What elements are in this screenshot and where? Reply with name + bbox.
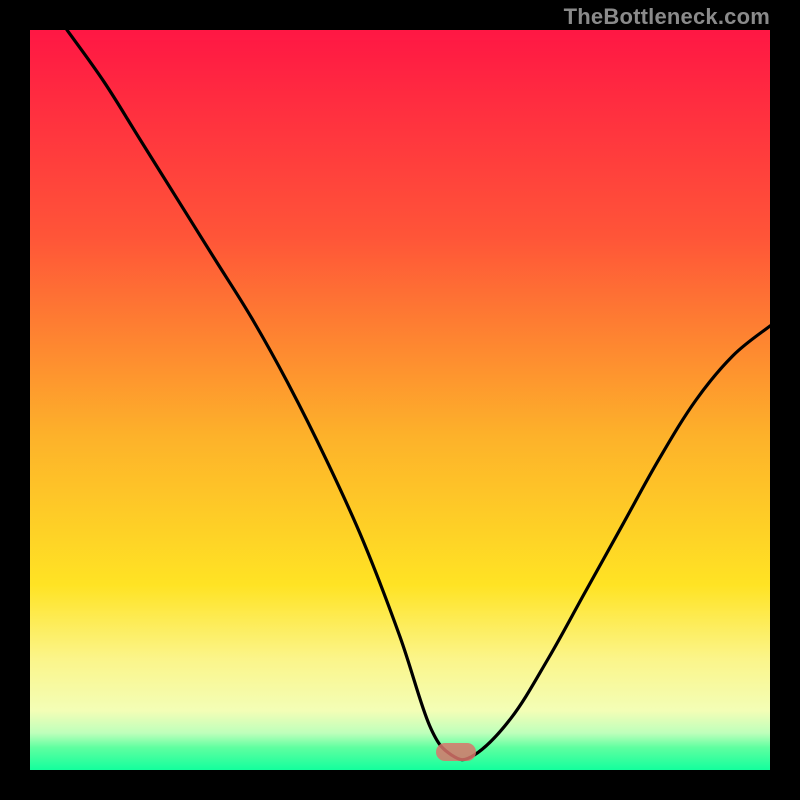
- minimum-marker-pill: [436, 743, 476, 761]
- watermark-text: TheBottleneck.com: [564, 4, 770, 30]
- plot-area: [30, 30, 770, 770]
- chart-frame: TheBottleneck.com: [0, 0, 800, 800]
- bottleneck-curve: [30, 30, 770, 770]
